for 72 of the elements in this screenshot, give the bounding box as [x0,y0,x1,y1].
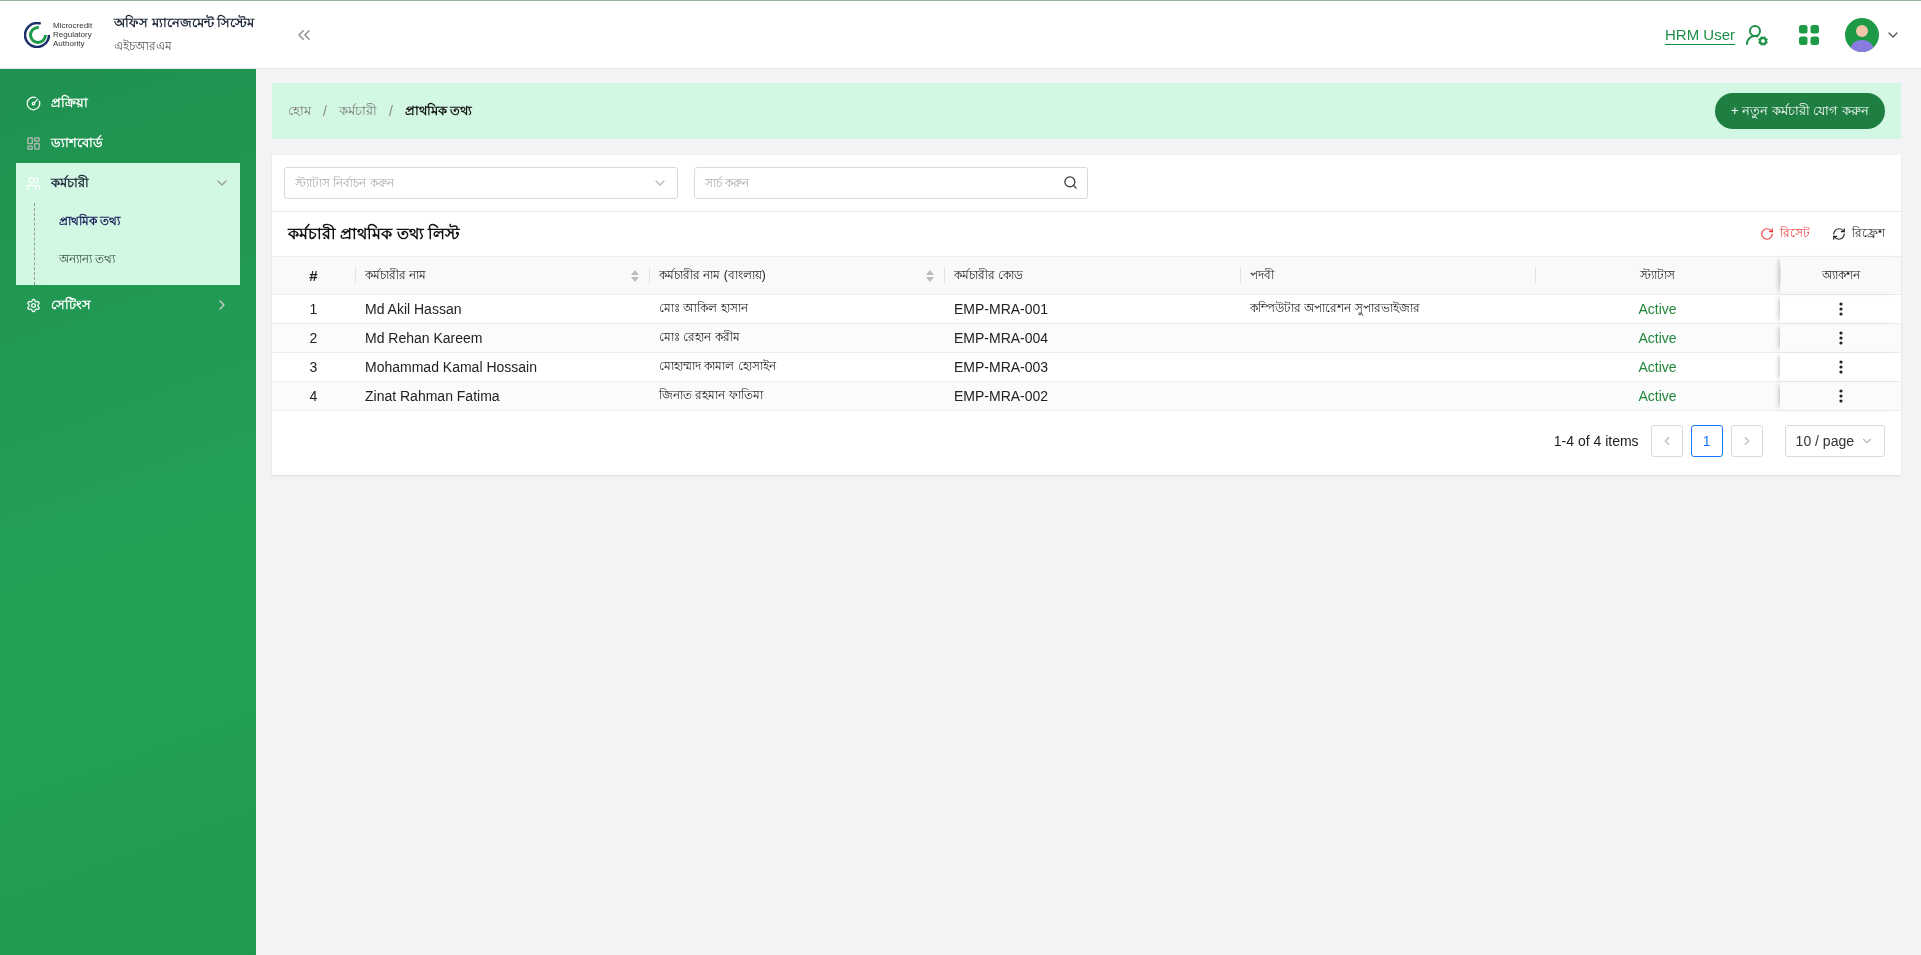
sidebar-item[interactable]: সেটিংস [16,285,240,325]
table-cell: EMP-MRA-003 [954,359,1049,375]
user-link[interactable]: HRM User [1665,26,1735,43]
table-cell-text: কম্পিউটার অপারেশন সুপারভাইজার [1250,300,1420,318]
reset-button[interactable]: রিসেট [1760,224,1810,244]
table-cell: EMP-MRA-001 [954,301,1049,317]
sidebar-item[interactable]: ড্যাশবোর্ড [16,123,240,163]
table-cell: 2 [309,330,318,346]
refresh-button[interactable]: রিফ্রেশ [1832,224,1885,244]
sidebar-item[interactable]: কর্মচারী [16,163,240,203]
logo-text: Microcredit Regulatory Authority [53,21,93,48]
dashboard-icon [26,135,41,151]
status-text: Active [1638,330,1677,346]
apps-grid-button[interactable] [1799,24,1819,45]
table-cell: Mohammad Kamal Hossain [365,359,537,375]
table-cell-text: মোহাম্মাদ কামাল হোসাইন [659,358,776,375]
table-cell: Md Akil Hassan [365,301,462,317]
gauge-icon [26,95,41,111]
search-field[interactable]: সার্চ করুন [694,167,1088,199]
breadcrumb-item[interactable]: হোম [288,100,311,122]
logo-icon [24,21,50,48]
vertical-dots-icon [1838,360,1843,374]
avatar-icon[interactable] [1845,17,1879,52]
more-actions-button[interactable] [1838,331,1843,345]
user-gear-icon [1745,22,1769,47]
vertical-dots-icon [1838,331,1843,345]
sidebar-item[interactable]: প্রক্রিয়া [16,83,240,123]
column-header: # [309,267,318,284]
page-size-select[interactable]: 10 / page [1784,425,1885,457]
sidebar-subitem[interactable]: প্রাথমিক তথ্য [35,203,240,241]
more-actions-button[interactable] [1838,389,1843,403]
column-header[interactable]: কর্মচারীর নাম (বাংলায়) [659,265,766,286]
column-header: স্ট্যাটাস [1640,266,1675,284]
column-header: অ্যাকশন [1821,266,1860,284]
breadcrumb-item[interactable]: প্রাথমিক তথ্য [404,100,473,122]
table-cell: Zinat Rahman Fatima [365,388,500,404]
status-select[interactable]: স্ট্যাটাস নির্বাচন করুন [284,167,678,199]
status-text: Active [1638,301,1677,317]
table-cell: EMP-MRA-004 [954,330,1049,346]
table-cell: EMP-MRA-002 [954,388,1049,404]
page-button[interactable]: 1 [1690,425,1723,457]
table-cell: 4 [309,388,318,404]
vertical-dots-icon [1838,302,1843,316]
users-icon [26,175,41,191]
table-cell: 3 [309,359,318,375]
breadcrumb-item[interactable]: কর্মচারী [338,100,377,122]
column-header[interactable]: কর্মচারীর নাম [365,265,427,286]
app-subtitle: এইচআরএম [114,37,173,55]
breadcrumb-separator: / [388,103,393,119]
breadcrumb-separator: / [323,103,327,119]
status-text: Active [1638,388,1677,404]
vertical-dots-icon [1838,389,1843,403]
more-actions-button[interactable] [1838,360,1843,374]
reset-icon [1760,227,1774,241]
table-cell: 1 [309,301,318,317]
table-cell: Md Rehan Kareem [365,330,483,346]
pagination-summary: 1-4 of 4 items [1553,433,1639,449]
app-title: অফিস ম্যানেজমেন্ট সিস্টেম [114,13,255,32]
settings-icon [26,297,41,313]
table-cell-text: মোঃ রেহান করীম [659,329,740,346]
search-icon[interactable] [1063,175,1078,190]
status-text: Active [1638,359,1677,375]
table-cell-text: জিনাত রহমান ফাতিমা [659,387,763,404]
refresh-icon [1832,227,1846,241]
sidebar-subitem[interactable]: অন্যান্য তথ্য [35,241,240,279]
switch-user-button[interactable] [1745,22,1769,47]
list-title: কর্মচারী প্রাথমিক তথ্য লিস্ট [288,222,462,244]
add-employee-button[interactable]: + নতুন কর্মচারী যোগ করুন [1714,93,1885,129]
column-header: কর্মচারীর কোড [954,266,1024,284]
more-actions-button[interactable] [1838,302,1843,316]
table-cell-text: মোঃ আকিল হাসান [659,300,748,317]
column-header: পদবী [1250,266,1274,284]
